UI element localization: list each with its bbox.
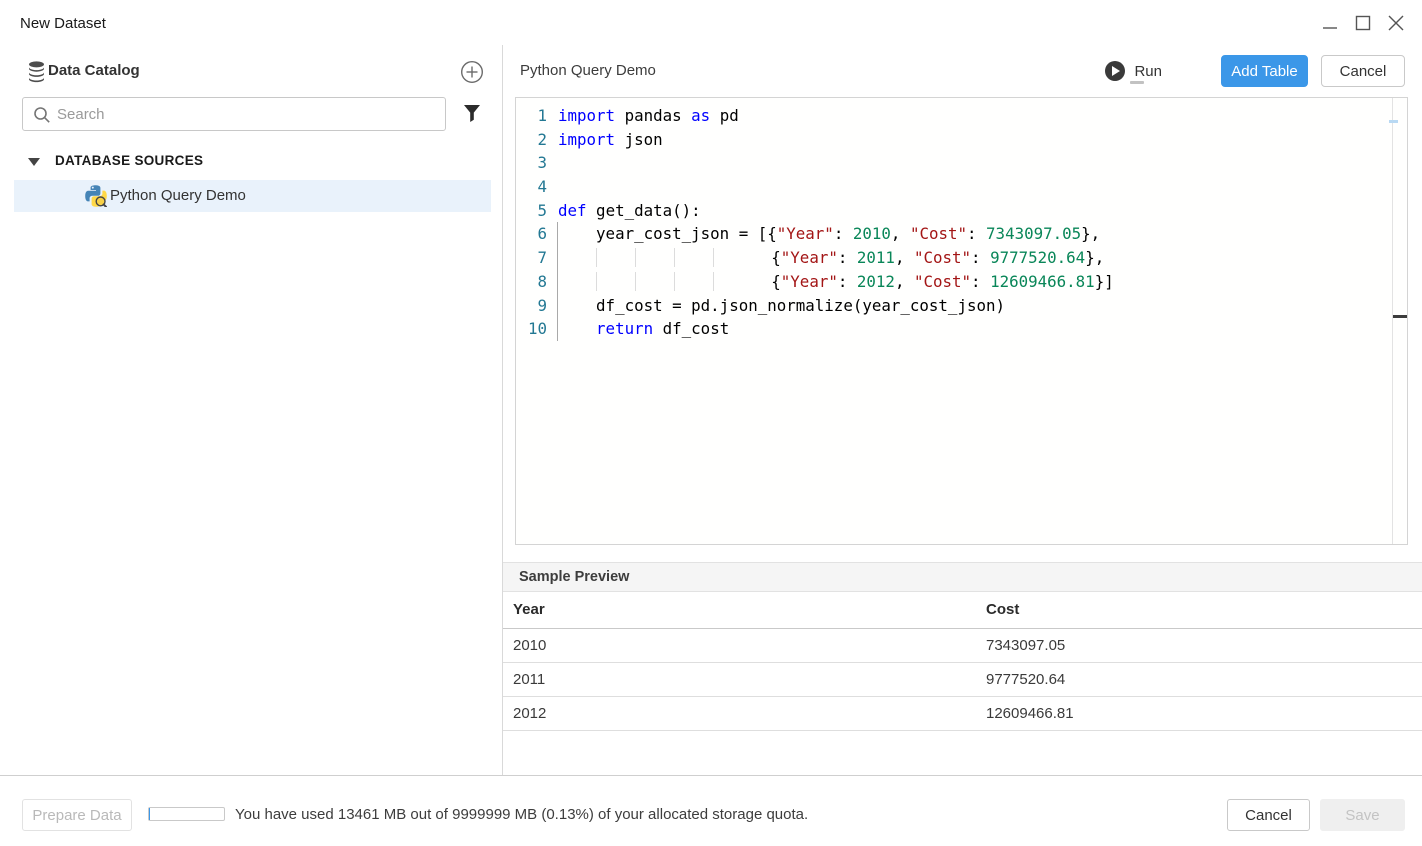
section-label: DATABASE SOURCES xyxy=(55,153,203,168)
window-title: New Dataset xyxy=(20,15,106,32)
storage-quota-text: You have used 13461 MB out of 9999999 MB… xyxy=(235,806,808,823)
scrollbar-track[interactable] xyxy=(1392,98,1393,544)
footer-cancel-button[interactable]: Cancel xyxy=(1227,799,1310,831)
search-input[interactable] xyxy=(57,99,437,129)
prepare-data-button[interactable]: Prepare Data xyxy=(22,799,132,831)
code-line[interactable]: 9 df_cost = pd.json_normalize(year_cost_… xyxy=(516,294,1407,318)
line-number: 4 xyxy=(516,175,547,199)
search-icon xyxy=(33,106,51,129)
line-number: 9 xyxy=(516,294,547,318)
line-number: 5 xyxy=(516,199,547,223)
table-cell: 2011 xyxy=(503,662,976,696)
resize-handle[interactable] xyxy=(1130,81,1144,84)
add-source-button[interactable] xyxy=(460,60,484,89)
code-line[interactable]: 1import pandas as pd xyxy=(516,104,1407,128)
table-cell: 2012 xyxy=(503,696,976,730)
sample-preview-table: YearCost 20107343097.0520119777520.64201… xyxy=(503,592,1422,731)
section-database-sources[interactable]: DATABASE SOURCES xyxy=(0,150,502,176)
table-column-header: Cost xyxy=(976,592,1422,628)
catalog-header: Data Catalog xyxy=(0,58,502,86)
title-bar: New Dataset xyxy=(0,0,1422,45)
line-number: 6 xyxy=(516,222,547,246)
code-line[interactable]: 10 return df_cost xyxy=(516,317,1407,341)
table-row: 20119777520.64 xyxy=(503,662,1422,696)
catalog-title: Data Catalog xyxy=(48,62,140,79)
table-row: 20107343097.05 xyxy=(503,628,1422,662)
table-column-header: Year xyxy=(503,592,976,628)
code-line[interactable]: 5def get_data(): xyxy=(516,199,1407,223)
minimize-button[interactable] xyxy=(1313,8,1346,38)
python-source-icon xyxy=(85,185,107,212)
close-icon xyxy=(1388,15,1404,31)
line-number: 8 xyxy=(516,270,547,294)
sample-preview-title: Sample Preview xyxy=(519,569,629,585)
query-cancel-button[interactable]: Cancel xyxy=(1321,55,1405,87)
code-line[interactable]: 7 {"Year": 2011, "Cost": 9777520.64}, xyxy=(516,246,1407,270)
table-body: 20107343097.0520119777520.64201212609466… xyxy=(503,628,1422,730)
main-panel: Python Query Demo Run Add Table Cancel 1… xyxy=(503,45,1422,775)
footer-bar: Prepare Data You have used 13461 MB out … xyxy=(0,775,1422,846)
chevron-down-icon xyxy=(28,158,40,166)
code-editor[interactable]: 1import pandas as pd2import json345def g… xyxy=(515,97,1408,545)
line-number: 10 xyxy=(516,317,547,341)
cursor-position-marker xyxy=(1393,315,1407,318)
line-number: 1 xyxy=(516,104,547,128)
sample-preview-header: Sample Preview xyxy=(503,562,1422,592)
database-icon xyxy=(28,61,45,88)
line-number: 2 xyxy=(516,128,547,152)
storage-progress-bar xyxy=(148,807,225,821)
maximize-icon xyxy=(1355,15,1371,31)
run-label: Run xyxy=(1134,63,1162,80)
table-cell: 9777520.64 xyxy=(976,662,1422,696)
data-catalog-sidebar: Data Catalog xyxy=(0,45,502,775)
table-cell: 12609466.81 xyxy=(976,696,1422,730)
code-line[interactable]: 6 year_cost_json = [{"Year": 2010, "Cost… xyxy=(516,222,1407,246)
save-button[interactable]: Save xyxy=(1320,799,1405,831)
add-table-button[interactable]: Add Table xyxy=(1221,55,1308,87)
table-row: 201212609466.81 xyxy=(503,696,1422,730)
search-box xyxy=(22,97,446,131)
line-number: 3 xyxy=(516,151,547,175)
table-cell: 2010 xyxy=(503,628,976,662)
scroll-decoration xyxy=(1389,120,1398,123)
window-controls xyxy=(1313,8,1412,38)
code-line[interactable]: 4 xyxy=(516,175,1407,199)
query-title: Python Query Demo xyxy=(520,62,656,79)
play-circle-icon xyxy=(1105,61,1125,81)
maximize-button[interactable] xyxy=(1346,8,1379,38)
code-line[interactable]: 8 {"Year": 2012, "Cost": 12609466.81}] xyxy=(516,270,1407,294)
code-lines: 1import pandas as pd2import json345def g… xyxy=(516,104,1407,341)
code-line[interactable]: 2import json xyxy=(516,128,1407,152)
filter-funnel-icon[interactable] xyxy=(463,104,481,128)
sidebar-item-python-query-demo[interactable]: Python Query Demo xyxy=(14,180,491,212)
table-header-row: YearCost xyxy=(503,592,1422,628)
minimize-icon xyxy=(1322,15,1338,31)
code-line[interactable]: 3 xyxy=(516,151,1407,175)
close-button[interactable] xyxy=(1379,8,1412,38)
line-number: 7 xyxy=(516,246,547,270)
sidebar-item-label: Python Query Demo xyxy=(110,187,246,204)
new-dataset-dialog: New Dataset Data Catalog xyxy=(0,0,1422,846)
table-cell: 7343097.05 xyxy=(976,628,1422,662)
run-button[interactable]: Run xyxy=(1105,61,1162,81)
